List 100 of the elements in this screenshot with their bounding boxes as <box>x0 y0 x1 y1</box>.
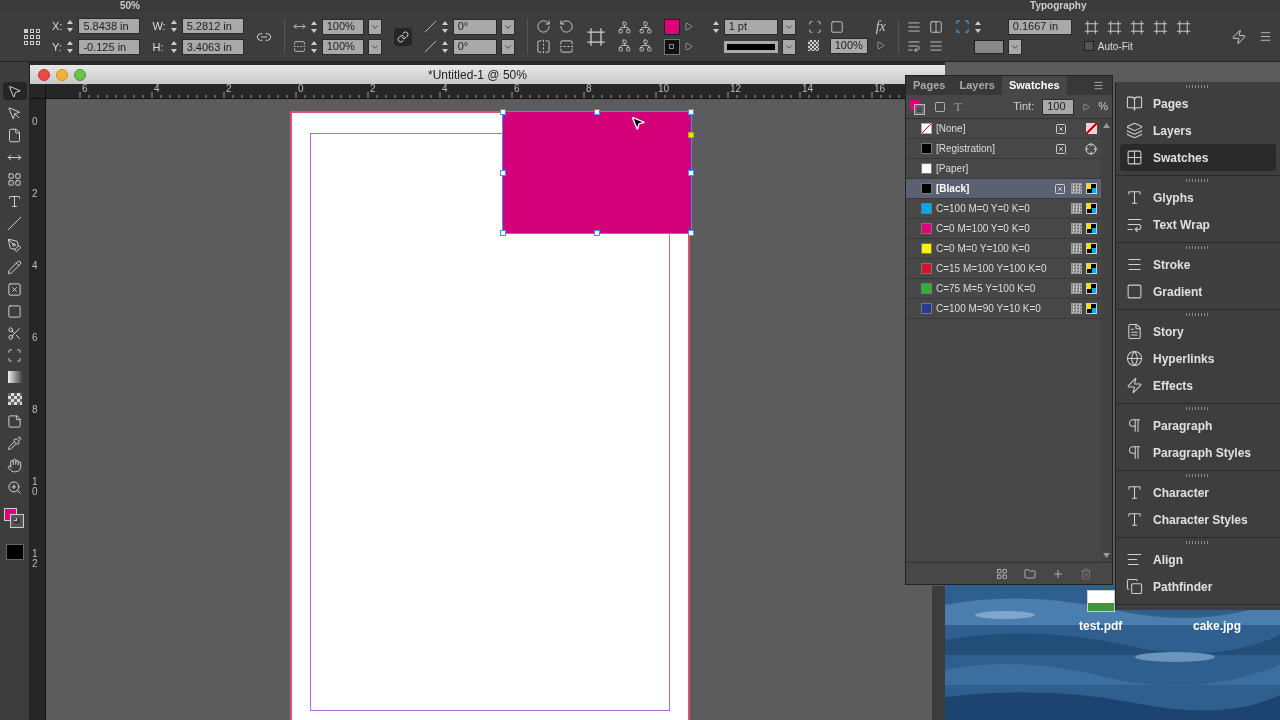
scale-y-icon[interactable] <box>292 40 306 53</box>
dock-item[interactable]: Gradient <box>1120 278 1276 305</box>
reference-point-icon[interactable] <box>24 28 40 45</box>
flip-horizontal-icon[interactable] <box>535 39 551 54</box>
hierarchy-icon[interactable] <box>617 39 631 52</box>
fill-swatch[interactable] <box>663 18 680 35</box>
stepper[interactable] <box>440 39 449 54</box>
fit-icon[interactable] <box>1106 19 1122 35</box>
checkbox[interactable] <box>1083 41 1094 51</box>
rotate-ccw-icon[interactable] <box>558 19 574 34</box>
dock-item[interactable]: Pages <box>1120 90 1276 117</box>
swatch-row[interactable]: [Registration] <box>906 139 1101 159</box>
swatch-row[interactable]: C=100 M=90 Y=10 K=0 <box>906 299 1101 319</box>
dock-item[interactable]: Paragraph <box>1120 412 1276 439</box>
dock-item[interactable]: Layers <box>1120 117 1276 144</box>
dock-item[interactable]: Paragraph Styles <box>1120 439 1276 466</box>
constrain-scale-button[interactable] <box>393 27 412 46</box>
selection-handle[interactable] <box>688 169 694 176</box>
dock-item[interactable]: Effects <box>1120 372 1276 399</box>
dock-item[interactable]: Swatches <box>1120 144 1276 171</box>
new-swatch-icon[interactable] <box>1052 567 1064 580</box>
tool-button[interactable] <box>2 82 27 100</box>
dock-item[interactable]: Pathfinder <box>1120 573 1276 600</box>
opacity-field[interactable]: 100% <box>829 37 868 54</box>
swatch-row[interactable]: C=15 M=100 Y=100 K=0 <box>906 259 1101 279</box>
selection-handle[interactable] <box>500 109 506 115</box>
wrap-shape-icon[interactable] <box>906 39 921 53</box>
swatch-row[interactable]: [Black] <box>906 179 1101 199</box>
swatch-row[interactable]: C=75 M=5 Y=100 K=0 <box>906 279 1101 299</box>
dropdown-button[interactable] <box>367 18 382 35</box>
play-icon[interactable] <box>1082 102 1091 111</box>
dock-item[interactable]: Character Styles <box>1120 506 1276 533</box>
normal-mode-button[interactable] <box>5 544 24 560</box>
dropdown-button[interactable] <box>500 38 515 55</box>
dock-item[interactable]: Glyphs <box>1120 184 1276 211</box>
folder-icon[interactable] <box>1024 567 1036 580</box>
stepper[interactable] <box>973 19 982 34</box>
stepper[interactable] <box>169 19 178 34</box>
stepper[interactable] <box>66 39 75 54</box>
selection-handle[interactable] <box>688 109 694 115</box>
zoom-level[interactable]: 50% <box>120 1 140 11</box>
file-label[interactable]: test.pdf <box>1079 617 1123 635</box>
swatch-row[interactable]: [None] <box>906 119 1101 139</box>
wrap-box-icon[interactable] <box>928 20 943 34</box>
dock-item[interactable]: Stroke <box>1120 251 1276 278</box>
hierarchy-icon[interactable] <box>617 21 631 34</box>
selection-handle[interactable] <box>500 169 506 176</box>
selection-handle[interactable] <box>594 230 600 236</box>
close-button[interactable] <box>38 68 50 81</box>
scale-y-field[interactable]: 100% <box>321 38 364 55</box>
stepper[interactable] <box>66 19 75 34</box>
play-icon[interactable] <box>683 22 693 31</box>
menu-icon[interactable] <box>1259 30 1272 43</box>
dock-item[interactable]: Hyperlinks <box>1120 345 1276 372</box>
play-icon[interactable] <box>683 42 693 51</box>
scroll-up-icon[interactable] <box>1103 123 1110 128</box>
dropdown-button[interactable] <box>500 18 515 35</box>
stepper[interactable] <box>440 19 449 34</box>
fill-stroke-icon[interactable] <box>3 508 26 528</box>
stepper[interactable] <box>309 39 318 54</box>
fit-icon[interactable] <box>1175 19 1191 35</box>
rotate-field[interactable]: 0° <box>452 18 497 35</box>
y-field[interactable]: -0.125 in <box>78 38 141 55</box>
x-field[interactable]: 5.8438 in <box>78 18 141 35</box>
selection-handle[interactable] <box>688 230 694 236</box>
fit-icon[interactable] <box>1129 19 1145 35</box>
fx-icon[interactable]: fx <box>875 19 886 34</box>
wrap-none-icon[interactable] <box>906 20 921 34</box>
dock-item[interactable]: Character <box>1120 479 1276 506</box>
scroll-down-icon[interactable] <box>1103 553 1110 558</box>
width-field[interactable]: 5.2812 in <box>181 18 244 35</box>
panel-menu-icon[interactable] <box>1093 80 1104 91</box>
stepper[interactable] <box>309 19 318 34</box>
pdf-file-icon[interactable] <box>1086 590 1115 612</box>
tint-field[interactable]: 100 <box>1042 98 1075 115</box>
dropdown-button[interactable] <box>367 38 382 55</box>
stroke-swatch[interactable] <box>663 38 680 55</box>
fit-icon[interactable] <box>1152 19 1168 35</box>
shear-field[interactable]: 0° <box>452 38 497 55</box>
workspace-switcher[interactable]: Typography <box>1030 1 1087 11</box>
swatch-row[interactable]: C=100 M=0 Y=0 K=0 <box>906 199 1101 219</box>
scale-x-field[interactable]: 100% <box>321 18 364 35</box>
stepper[interactable] <box>711 19 720 34</box>
swatch-row[interactable]: C=0 M=0 Y=100 K=0 <box>906 239 1101 259</box>
dock-item[interactable]: Align <box>1120 546 1276 573</box>
container-icon[interactable] <box>934 100 946 113</box>
angle-icon[interactable] <box>423 20 437 33</box>
offset-field[interactable]: 0.1667 in <box>1007 18 1072 35</box>
rotate-cw-icon[interactable] <box>535 19 551 34</box>
selection-handle[interactable] <box>594 109 600 115</box>
wrap-jump-icon[interactable] <box>928 39 943 53</box>
swatch-views-icon[interactable] <box>996 567 1008 580</box>
hierarchy-icon[interactable] <box>638 39 652 52</box>
stroke-weight-field[interactable]: 1 pt <box>723 18 778 35</box>
content-handle[interactable] <box>688 132 694 138</box>
fit-icon[interactable] <box>1083 19 1099 35</box>
panel-tab[interactable]: Layers <box>952 76 1002 95</box>
shear-icon[interactable] <box>423 40 437 53</box>
dock-item[interactable]: Story <box>1120 318 1276 345</box>
dropdown-button[interactable] <box>1007 38 1022 55</box>
